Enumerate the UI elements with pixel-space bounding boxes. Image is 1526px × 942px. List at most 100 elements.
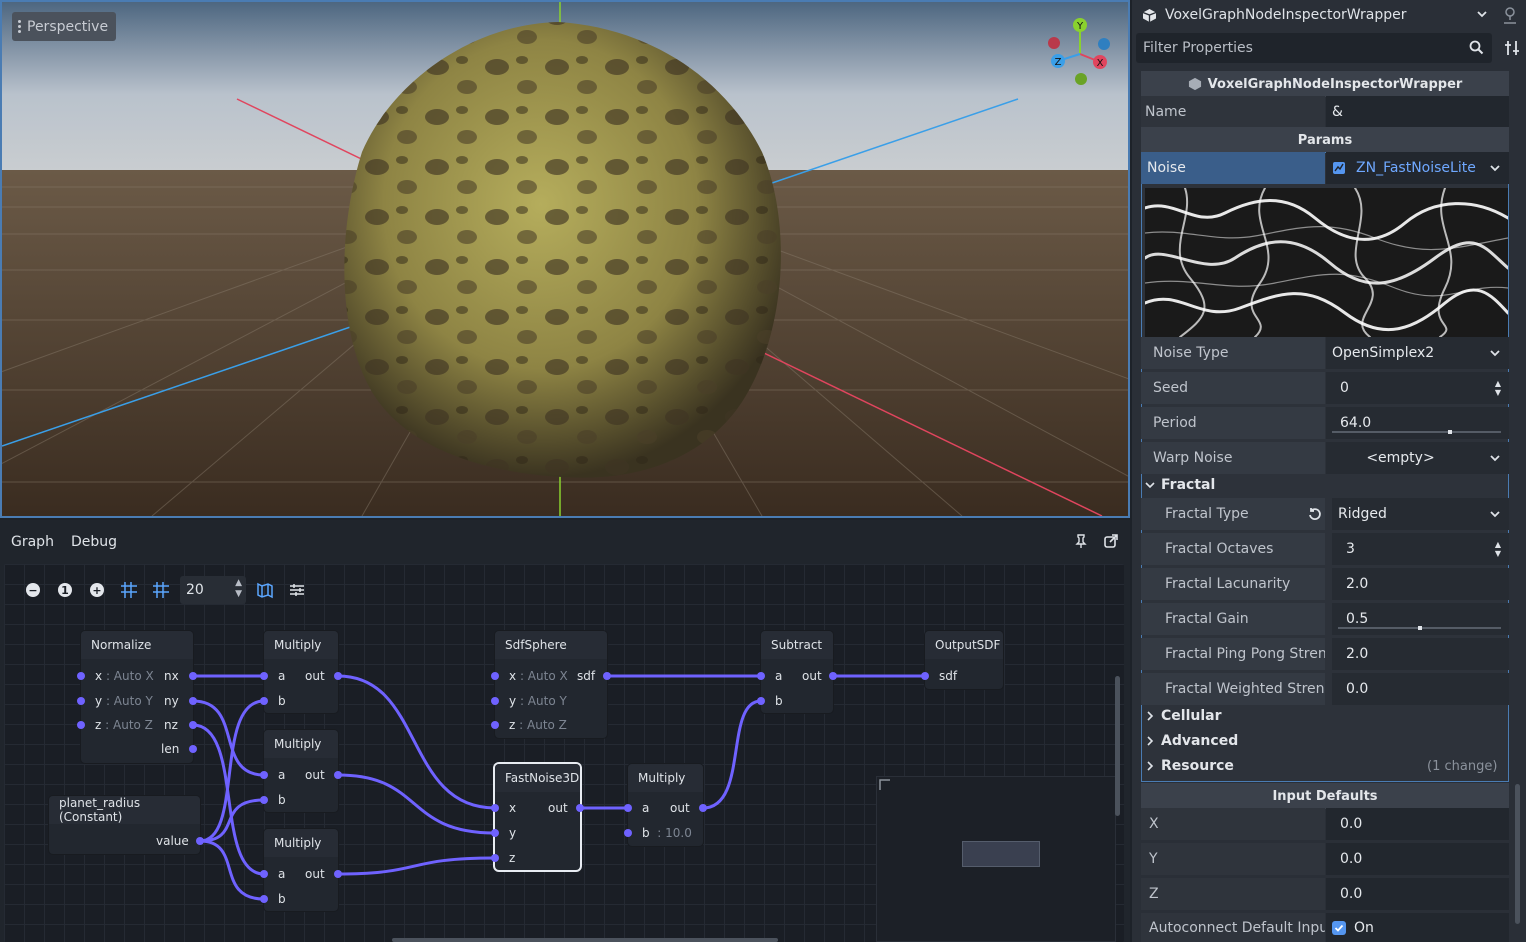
fractal-ping-pong-field[interactable]: 2.0 bbox=[1332, 638, 1509, 670]
node-multiply-1[interactable]: Multiply a out b bbox=[260, 631, 342, 713]
checkbox-checked-icon bbox=[1332, 920, 1346, 935]
output-port-dot[interactable] bbox=[189, 721, 197, 729]
input-z-field[interactable]: 0.0 bbox=[1326, 878, 1509, 910]
node-multiply-3[interactable]: Multiply a out b bbox=[260, 829, 342, 911]
resource-group-toggle[interactable]: Resource (1 change) bbox=[1145, 754, 1505, 778]
input-port-dot[interactable] bbox=[757, 672, 765, 680]
port-label: z bbox=[95, 718, 102, 732]
fractal-lacunarity-field[interactable]: 2.0 bbox=[1332, 568, 1509, 600]
graph-canvas[interactable]: − 1 + 20 ▲ ▼ Normalize x: Auto X nx y:… bbox=[4, 564, 1124, 942]
input-port-dot[interactable] bbox=[491, 697, 499, 705]
node-sdfsphere[interactable]: SdfSphere x : Auto X sdf y : Auto Y z : … bbox=[491, 631, 611, 738]
fractal-weighted-field[interactable]: 0.0 bbox=[1332, 673, 1509, 705]
node-subtract[interactable]: Subtract a out b bbox=[757, 631, 837, 713]
make-floating-icon[interactable] bbox=[1104, 534, 1118, 548]
input-port-dot[interactable] bbox=[491, 804, 499, 812]
output-port-dot[interactable] bbox=[829, 672, 837, 680]
node-planet-radius[interactable]: planet_radius (Constant) value bbox=[49, 796, 204, 854]
input-y-field[interactable]: 0.0 bbox=[1326, 843, 1509, 875]
graph-vertical-scrollbar[interactable] bbox=[1115, 676, 1120, 816]
fractal-group-toggle[interactable]: Fractal bbox=[1145, 473, 1215, 497]
gizmo-neg-z-handle[interactable] bbox=[1098, 38, 1110, 50]
warp-noise-picker[interactable]: <empty> bbox=[1326, 442, 1509, 474]
node-multiply-2[interactable]: Multiply a out b bbox=[260, 730, 342, 812]
input-port-dot[interactable] bbox=[491, 672, 499, 680]
node-fastnoise3d[interactable]: FastNoise3D x out y z bbox=[491, 764, 584, 870]
perspective-menu-button[interactable]: Perspective bbox=[12, 12, 117, 41]
revert-icon[interactable] bbox=[1308, 507, 1322, 521]
input-port-dot[interactable] bbox=[921, 672, 929, 680]
output-port-dot[interactable] bbox=[196, 837, 204, 845]
tab-debug[interactable]: Debug bbox=[71, 534, 117, 550]
property-label: Warp Noise bbox=[1141, 442, 1325, 474]
node-multiply-4[interactable]: Multiply a out b : 10.0 bbox=[624, 764, 707, 846]
node-title: Multiply bbox=[264, 730, 338, 758]
output-port-dot[interactable] bbox=[576, 804, 584, 812]
output-port-dot[interactable] bbox=[189, 697, 197, 705]
fractal-octaves-spinbox[interactable]: 3 ▲ ▼ bbox=[1332, 533, 1509, 565]
input-port-dot[interactable] bbox=[260, 796, 268, 804]
input-port-dot[interactable] bbox=[491, 854, 499, 862]
fractal-gain-slider[interactable]: 0.5 bbox=[1332, 603, 1509, 635]
input-port-dot[interactable] bbox=[624, 829, 632, 837]
node-output-sdf[interactable]: OutputSDF sdf bbox=[921, 631, 1003, 689]
fractal-type-dropdown[interactable]: Ridged bbox=[1332, 498, 1509, 530]
advanced-group-toggle[interactable]: Advanced bbox=[1145, 729, 1238, 753]
graph-horizontal-scrollbar[interactable] bbox=[392, 938, 778, 942]
period-slider[interactable]: 64.0 bbox=[1326, 407, 1509, 439]
slider-grabber[interactable] bbox=[1417, 626, 1422, 630]
3d-viewport[interactable]: Perspective Y X Z bbox=[0, 0, 1130, 518]
slider-grabber[interactable] bbox=[1448, 430, 1453, 434]
node-normalize[interactable]: Normalize x : Auto X nx y : Auto Y ny z … bbox=[77, 631, 197, 763]
object-tools-icon[interactable] bbox=[1502, 6, 1518, 24]
output-port-dot[interactable] bbox=[603, 672, 611, 680]
input-port-dot[interactable] bbox=[260, 697, 268, 705]
node-title: planet_radius (Constant) bbox=[49, 796, 200, 824]
input-port-dot[interactable] bbox=[260, 771, 268, 779]
input-port-dot[interactable] bbox=[77, 721, 85, 729]
input-port-dot[interactable] bbox=[491, 721, 499, 729]
noise-resource-picker[interactable]: ZN_FastNoiseLite bbox=[1326, 152, 1509, 184]
tab-graph[interactable]: Graph bbox=[11, 534, 54, 550]
gizmo-neg-y-handle[interactable] bbox=[1075, 73, 1087, 85]
name-field[interactable]: & bbox=[1326, 96, 1509, 128]
slider-track[interactable] bbox=[1338, 626, 1501, 630]
input-port-dot[interactable] bbox=[77, 697, 85, 705]
slider-track[interactable] bbox=[1332, 430, 1501, 434]
input-port-dot[interactable] bbox=[624, 804, 632, 812]
minimap-view-rect[interactable] bbox=[962, 841, 1040, 867]
input-port-dot[interactable] bbox=[260, 895, 268, 903]
port-a: a bbox=[642, 801, 650, 815]
property-label: Noise bbox=[1141, 152, 1325, 184]
autoconnect-checkbox[interactable]: On bbox=[1326, 913, 1509, 942]
view-gizmo[interactable]: Y X Z bbox=[1044, 14, 1118, 90]
port-label: x bbox=[95, 669, 103, 683]
output-port-dot[interactable] bbox=[334, 672, 342, 680]
output-port-dot[interactable] bbox=[189, 745, 197, 753]
input-port-dot[interactable] bbox=[77, 672, 85, 680]
spin-arrows-icon[interactable]: ▲ ▼ bbox=[1495, 379, 1501, 397]
input-port-dot[interactable] bbox=[260, 870, 268, 878]
inspector-tools-icon[interactable] bbox=[1504, 40, 1520, 56]
seed-spinbox[interactable]: 0 ▲ ▼ bbox=[1326, 372, 1509, 404]
input-x-property: X 0.0 bbox=[1141, 808, 1509, 840]
input-port-dot[interactable] bbox=[491, 829, 499, 837]
input-port-dot[interactable] bbox=[757, 697, 765, 705]
output-port-dot[interactable] bbox=[189, 672, 197, 680]
output-port-dot[interactable] bbox=[334, 870, 342, 878]
input-x-field[interactable]: 0.0 bbox=[1326, 808, 1509, 840]
spin-arrows-icon[interactable]: ▲ ▼ bbox=[1495, 540, 1501, 558]
pin-icon[interactable] bbox=[1074, 534, 1088, 548]
inspector-scrollbar[interactable] bbox=[1515, 784, 1520, 924]
inspector-object-selector[interactable]: VoxelGraphNodeInspectorWrapper bbox=[1132, 0, 1526, 30]
output-port-dot[interactable] bbox=[334, 771, 342, 779]
port-label: b bbox=[642, 826, 650, 840]
cellular-group-toggle[interactable]: Cellular bbox=[1145, 704, 1221, 728]
input-port-dot[interactable] bbox=[260, 672, 268, 680]
output-port-dot[interactable] bbox=[699, 804, 707, 812]
noise-type-dropdown[interactable]: OpenSimplex2 bbox=[1326, 337, 1509, 369]
graph-minimap[interactable] bbox=[876, 776, 1116, 942]
minimap-resize-icon[interactable] bbox=[879, 779, 891, 791]
gizmo-neg-x-handle[interactable] bbox=[1048, 37, 1060, 49]
filter-properties-input[interactable]: Filter Properties bbox=[1136, 33, 1492, 63]
